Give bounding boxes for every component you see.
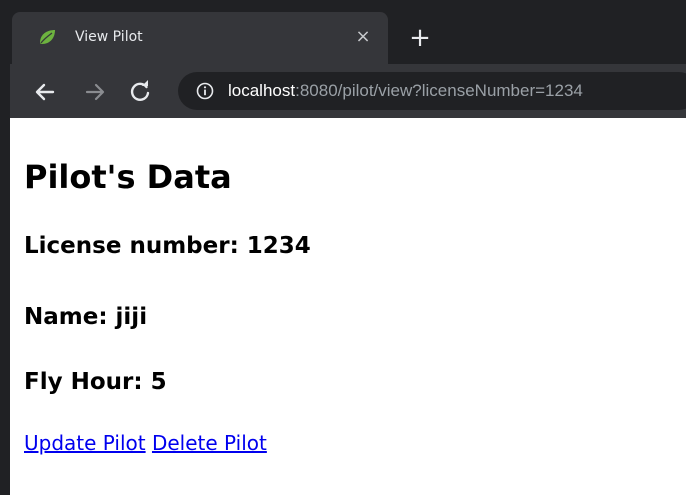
info-icon[interactable] <box>196 82 214 100</box>
browser-window: View Pilot × + localhost:8080/pilot/view… <box>0 0 686 495</box>
fly-hour-text: Fly Hour: 5 <box>24 369 167 395</box>
back-arrow-icon[interactable] <box>30 77 60 107</box>
browser-toolbar: localhost:8080/pilot/view?licenseNumber=… <box>10 64 686 118</box>
reload-icon[interactable] <box>125 77 155 107</box>
url-host: localhost <box>228 81 296 100</box>
tab-view-pilot[interactable]: View Pilot × <box>12 12 388 64</box>
spring-leaf-icon <box>40 30 55 44</box>
pilot-name-text: Name: jiji <box>24 304 148 330</box>
url-text[interactable]: localhost:8080/pilot/view?licenseNumber=… <box>228 81 583 101</box>
new-tab-button[interactable]: + <box>406 24 434 52</box>
address-bar[interactable]: localhost:8080/pilot/view?licenseNumber=… <box>178 72 686 110</box>
action-links: Update Pilot Delete Pilot <box>24 430 267 456</box>
forward-arrow-icon[interactable] <box>80 77 110 107</box>
url-path: :8080/pilot/view?licenseNumber=1234 <box>295 81 583 100</box>
page-title: Pilot's Data <box>24 158 232 196</box>
close-tab-icon[interactable]: × <box>352 26 374 48</box>
window-border <box>0 0 10 495</box>
tab-title: View Pilot <box>75 29 143 45</box>
tab-strip: View Pilot × + <box>0 0 686 64</box>
license-number-text: License number: 1234 <box>24 233 311 259</box>
update-pilot-link[interactable]: Update Pilot <box>24 431 146 455</box>
delete-pilot-link[interactable]: Delete Pilot <box>152 431 267 455</box>
